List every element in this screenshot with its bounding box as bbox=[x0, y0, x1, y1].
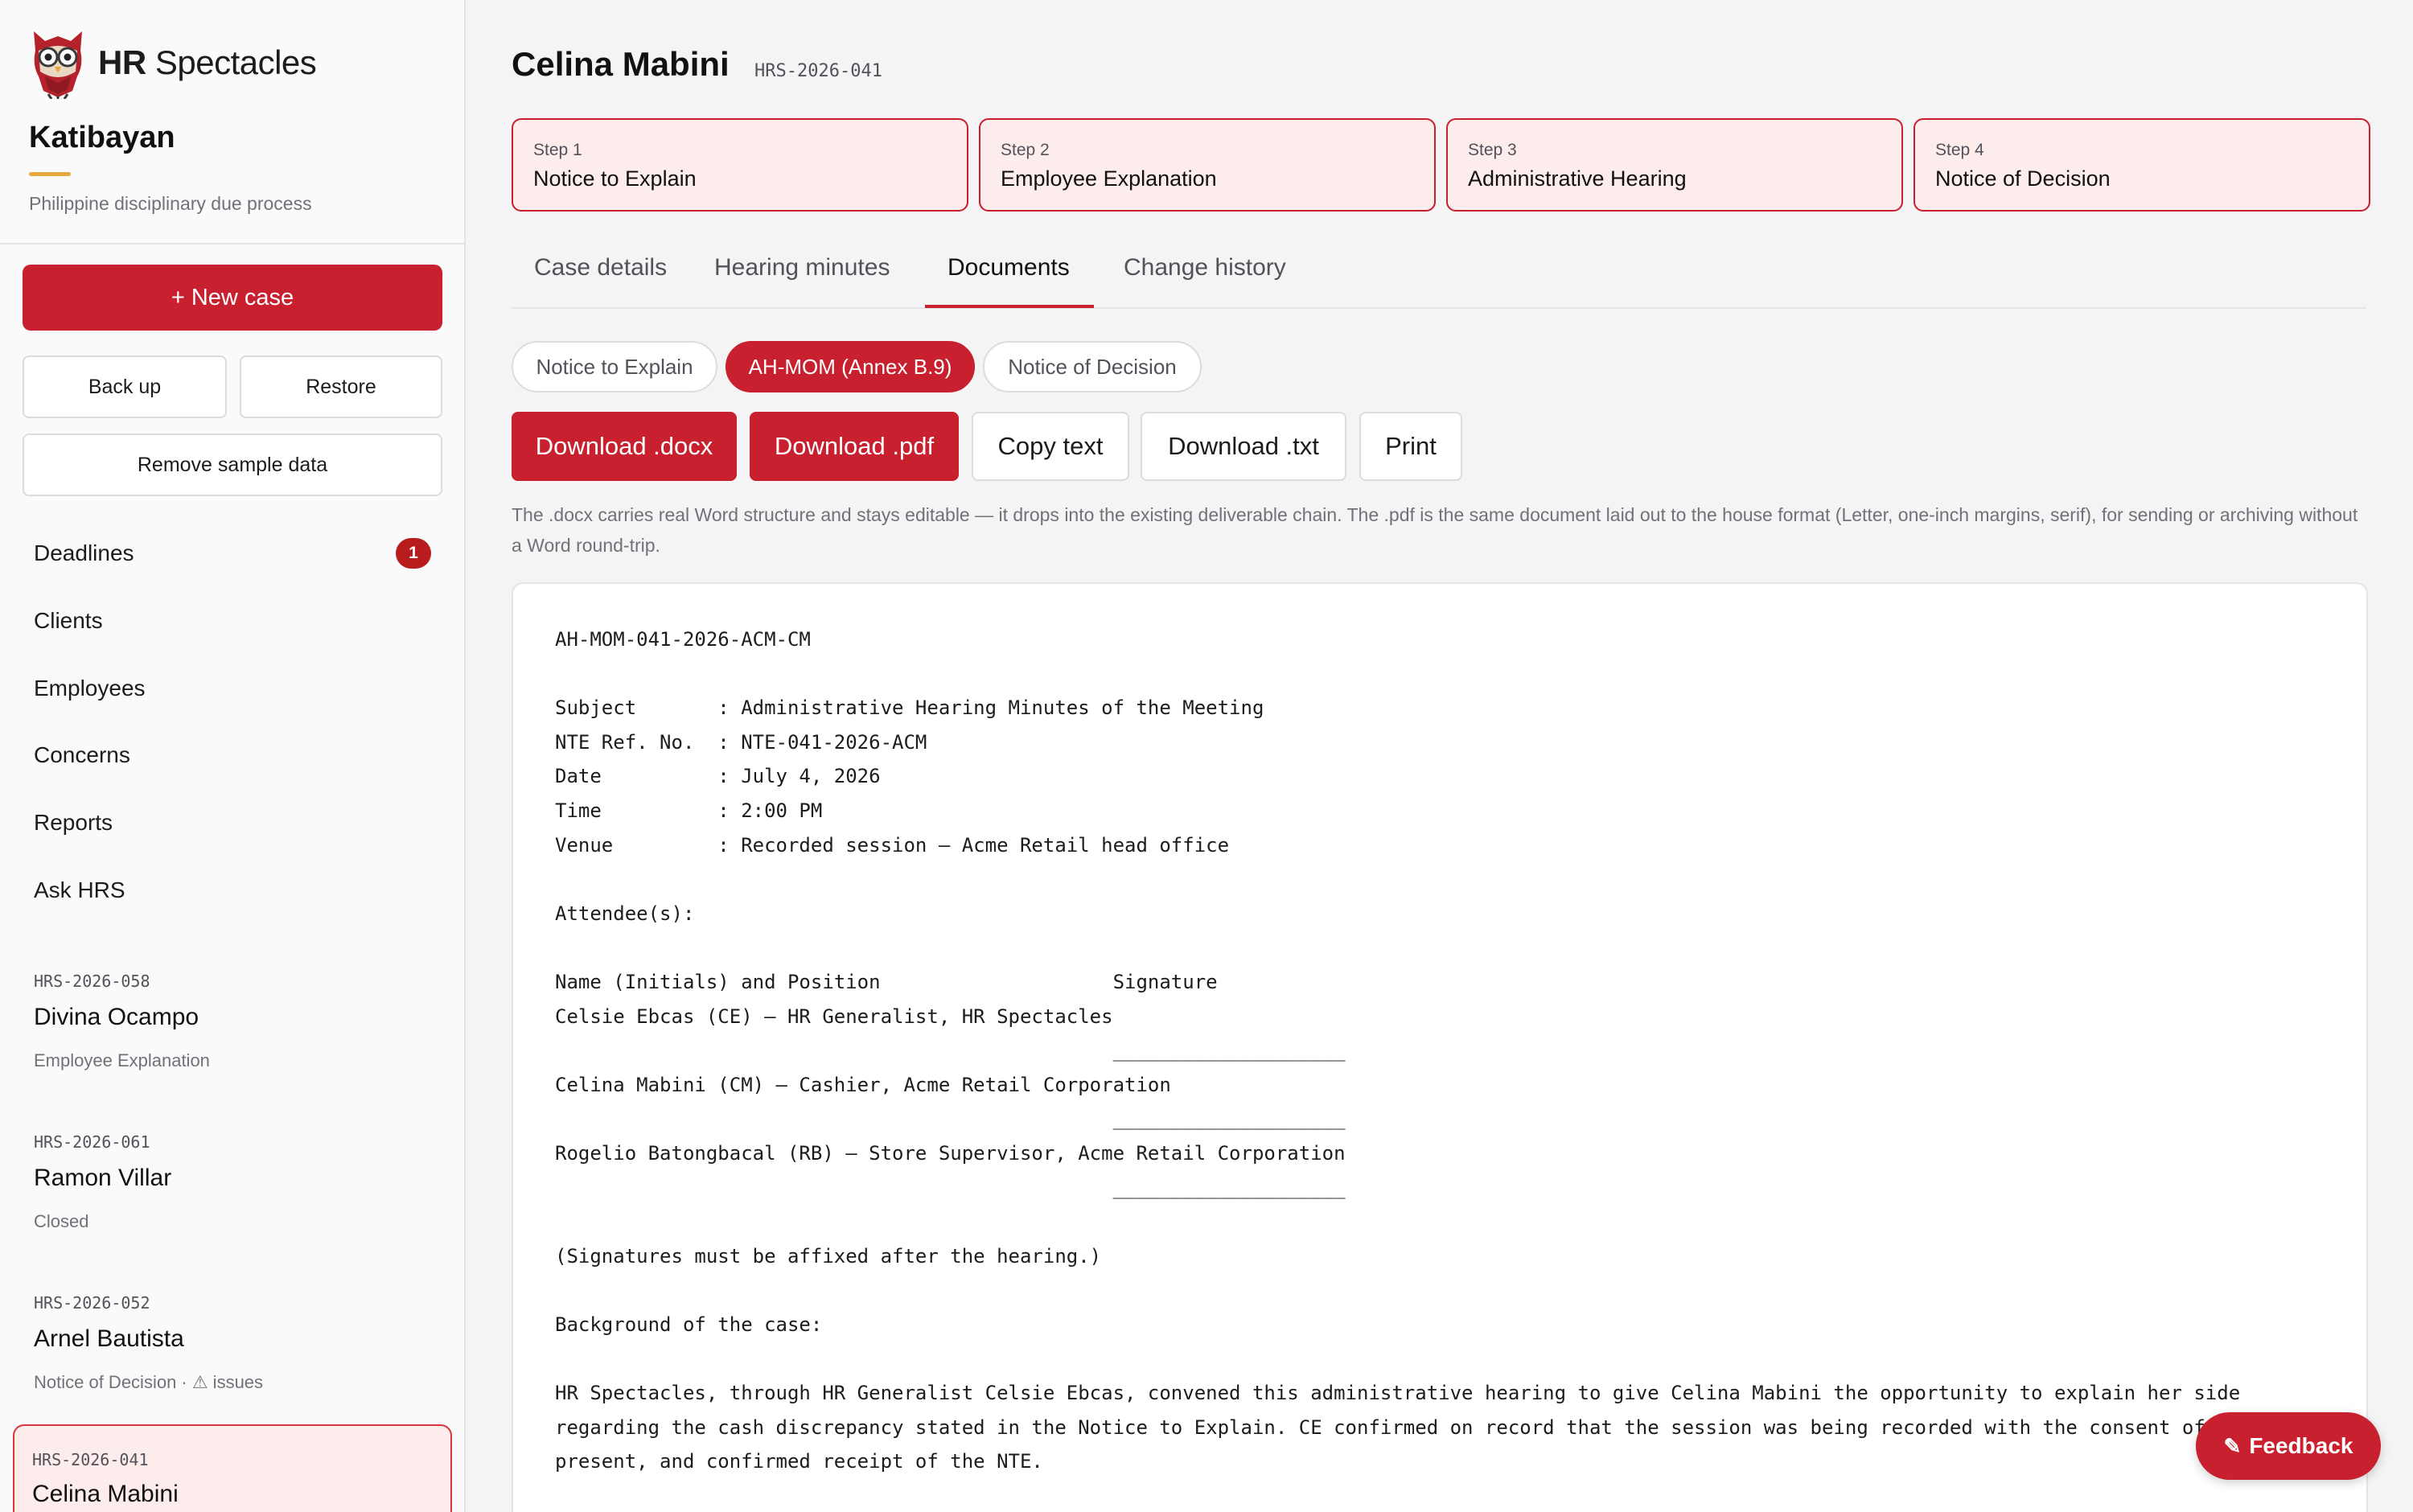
nav-deadlines[interactable]: Deadlines bbox=[34, 537, 134, 569]
feedback-button[interactable]: ✎ Feedback bbox=[2196, 1412, 2381, 1480]
case-list-item[interactable]: HRS-2026-061 Ramon Villar Closed bbox=[14, 1126, 450, 1247]
doc-attendee: Celina Mabini (CM) — Cashier, Acme Retai… bbox=[555, 1073, 1171, 1096]
deadlines-count-badge: 1 bbox=[396, 538, 431, 569]
case-name: Celina Mabini bbox=[32, 1481, 179, 1507]
tab-case-details[interactable]: Case details bbox=[534, 254, 667, 290]
nav-clients[interactable]: Clients bbox=[34, 605, 103, 637]
remove-sample-data-button[interactable]: Remove sample data bbox=[23, 433, 442, 496]
step-administrative-hearing[interactable]: Step 3 Administrative Hearing bbox=[1446, 118, 1903, 212]
nav-concerns[interactable]: Concerns bbox=[34, 739, 130, 771]
case-name: Arnel Bautista bbox=[34, 1325, 184, 1352]
case-id: HRS-2026-061 bbox=[34, 1132, 150, 1152]
brand-name: HR Spectacles bbox=[98, 43, 317, 81]
doc-signature-header: Name (Initials) and Position Signature bbox=[555, 970, 1218, 993]
case-id: HRS-2026-041 bbox=[32, 1450, 149, 1469]
doc-background-line: HR Spectacles, through HR Generalist Cel… bbox=[555, 1382, 2241, 1405]
case-list-item[interactable]: HRS-2026-052 Arnel Bautista Notice of De… bbox=[14, 1287, 450, 1407]
doc-pill-notice-to-explain[interactable]: Notice to Explain bbox=[512, 341, 717, 392]
tabs-divider bbox=[512, 307, 2366, 309]
nav-ask-hrs[interactable]: Ask HRS bbox=[34, 874, 125, 906]
step-label: Notice of Decision bbox=[1935, 166, 2111, 191]
case-status: Notice of Decision · ⚠ issues bbox=[34, 1372, 264, 1392]
download-txt-button[interactable]: Download .txt bbox=[1141, 412, 1346, 481]
doc-pill-notice-of-decision[interactable]: Notice of Decision bbox=[983, 341, 1202, 392]
sidebar: HR Spectacles Katibayan Philippine disci… bbox=[0, 0, 466, 1512]
doc-signature-line: ____________________ bbox=[555, 1039, 1346, 1062]
case-list-item-active[interactable]: HRS-2026-041 Celina Mabini bbox=[13, 1424, 452, 1512]
print-button[interactable]: Print bbox=[1359, 412, 1462, 481]
step-label: Notice to Explain bbox=[533, 166, 697, 191]
step-number: Step 3 bbox=[1468, 141, 1517, 159]
case-id: HRS-2026-058 bbox=[34, 972, 150, 991]
nav-reports[interactable]: Reports bbox=[34, 807, 113, 839]
step-label: Employee Explanation bbox=[1001, 166, 1217, 191]
doc-field-time: Time : 2:00 PM bbox=[555, 799, 823, 822]
step-number: Step 4 bbox=[1935, 141, 1984, 159]
case-name: Divina Ocampo bbox=[34, 1004, 199, 1030]
format-note: The .docx carries real Word structure an… bbox=[512, 504, 2358, 556]
backup-button[interactable]: Back up bbox=[23, 355, 227, 418]
doc-field-date: Date : July 4, 2026 bbox=[555, 765, 881, 788]
app-name: Katibayan bbox=[29, 121, 175, 154]
app-name-underline bbox=[29, 172, 71, 176]
doc-attendees-heading: Attendee(s): bbox=[555, 902, 695, 925]
doc-signature-note: (Signatures must be affixed after the he… bbox=[555, 1244, 1102, 1268]
case-status: Employee Explanation bbox=[34, 1050, 210, 1070]
nav-employees[interactable]: Employees bbox=[34, 672, 146, 705]
owl-logo-icon bbox=[34, 31, 82, 99]
step-number: Step 2 bbox=[1001, 141, 1050, 159]
case-list-item[interactable]: HRS-2026-058 Divina Ocampo Employee Expl… bbox=[14, 965, 450, 1086]
doc-background-heading: Background of the case: bbox=[555, 1313, 823, 1336]
step-label: Administrative Hearing bbox=[1468, 166, 1687, 191]
main-content: Celina Mabini HRS-2026-041 Step 1 Notice… bbox=[467, 0, 2413, 1512]
pencil-icon: ✎ bbox=[2223, 1433, 2242, 1458]
doc-background-line: present, and confirmed receipt of the NT… bbox=[555, 1450, 1043, 1473]
step-number: Step 1 bbox=[533, 141, 582, 159]
tab-change-history[interactable]: Change history bbox=[1124, 254, 1286, 290]
case-name: Ramon Villar bbox=[34, 1165, 172, 1191]
doc-signature-line: ____________________ bbox=[555, 1176, 1346, 1199]
doc-field-subject: Subject : Administrative Hearing Minutes… bbox=[555, 696, 1264, 720]
app-subtitle: Philippine disciplinary due process bbox=[29, 193, 312, 214]
download-docx-button[interactable]: Download .docx bbox=[512, 412, 737, 481]
download-pdf-button[interactable]: Download .pdf bbox=[750, 412, 959, 481]
doc-attendee: Celsie Ebcas (CE) — HR Generalist, HR Sp… bbox=[555, 1005, 1113, 1028]
restore-button[interactable]: Restore bbox=[240, 355, 442, 418]
active-tab-indicator bbox=[925, 305, 1094, 308]
document-preview: AH-MOM-041-2026-ACM-CM Subject : Adminis… bbox=[512, 582, 2368, 1512]
doc-field-nte-ref: NTE Ref. No. : NTE-041-2026-ACM bbox=[555, 730, 927, 754]
doc-reference: AH-MOM-041-2026-ACM-CM bbox=[555, 628, 811, 651]
doc-background-line: regarding the cash discrepancy stated in… bbox=[555, 1415, 2252, 1439]
tab-documents[interactable]: Documents bbox=[948, 254, 1070, 290]
case-id: HRS-2026-052 bbox=[34, 1293, 150, 1313]
copy-text-button[interactable]: Copy text bbox=[972, 412, 1129, 481]
document-text: AH-MOM-041-2026-ACM-CM Subject : Adminis… bbox=[555, 622, 2341, 1479]
case-status: Closed bbox=[34, 1211, 89, 1231]
new-case-button[interactable]: + New case bbox=[23, 265, 442, 331]
case-id-label: HRS-2026-041 bbox=[754, 61, 882, 81]
doc-attendee: Rogelio Batongbacal (RB) — Store Supervi… bbox=[555, 1141, 1346, 1165]
step-notice-of-decision[interactable]: Step 4 Notice of Decision bbox=[1914, 118, 2370, 212]
step-notice-to-explain[interactable]: Step 1 Notice to Explain bbox=[512, 118, 968, 212]
tab-hearing-minutes[interactable]: Hearing minutes bbox=[714, 254, 890, 290]
doc-field-venue: Venue : Recorded session — Acme Retail h… bbox=[555, 833, 1230, 857]
brand-logo[interactable]: HR Spectacles bbox=[27, 26, 317, 100]
page-title: Celina Mabini bbox=[512, 45, 730, 83]
doc-signature-line: ____________________ bbox=[555, 1107, 1346, 1131]
doc-pill-ah-mom[interactable]: AH-MOM (Annex B.9) bbox=[726, 341, 975, 392]
sidebar-divider bbox=[0, 243, 464, 244]
step-employee-explanation[interactable]: Step 2 Employee Explanation bbox=[979, 118, 1436, 212]
feedback-label: Feedback bbox=[2249, 1433, 2353, 1458]
